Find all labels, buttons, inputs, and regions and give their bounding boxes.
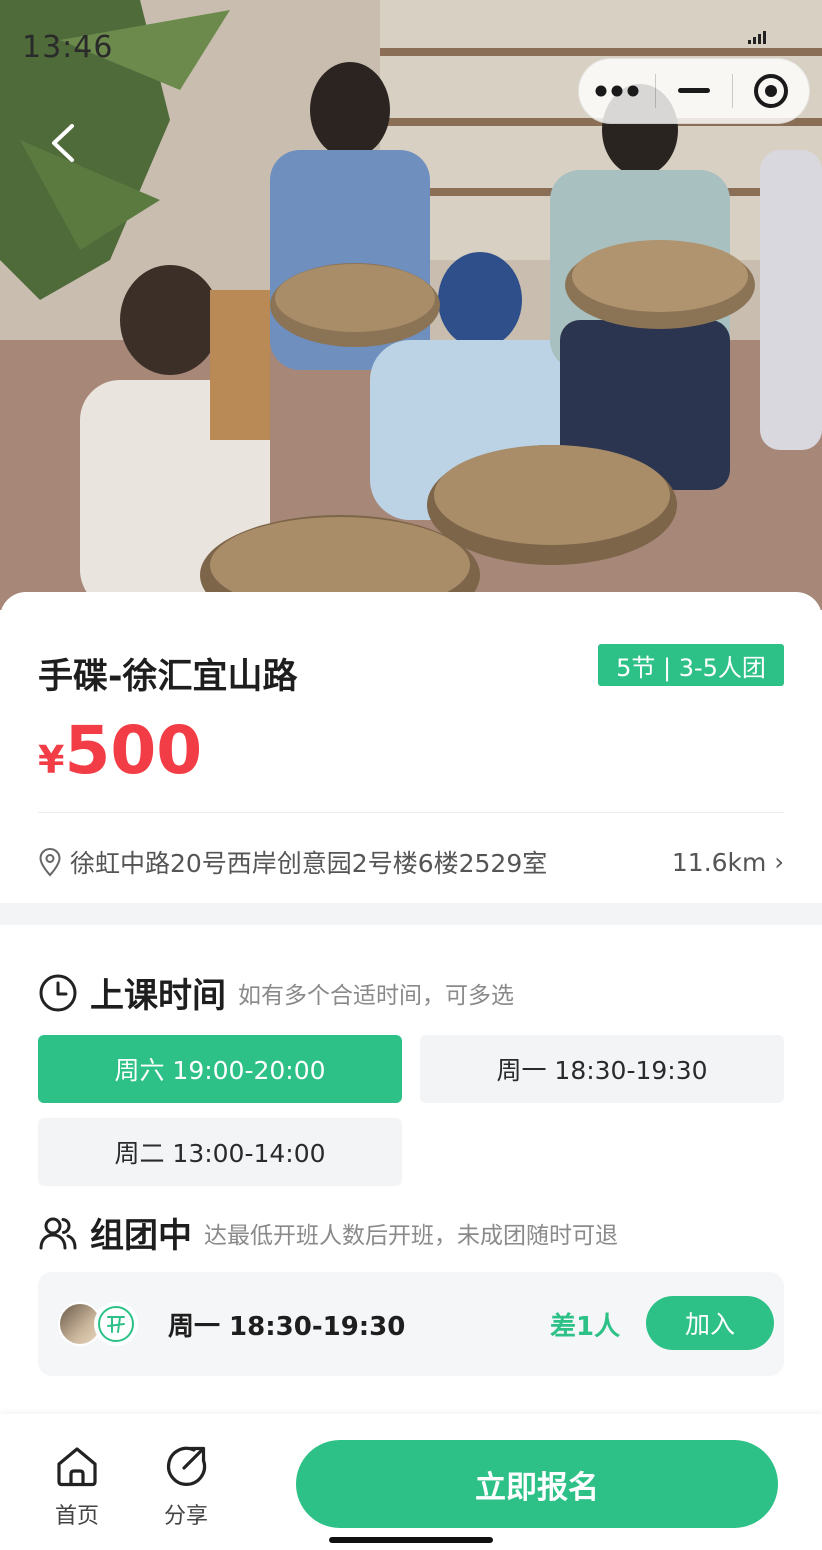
home-label: 首页 (54, 1504, 99, 1529)
share-tab[interactable]: 分享 (146, 1444, 226, 1530)
time-slot-option[interactable]: 周六 19:00-20:00 (38, 1035, 402, 1103)
address-row[interactable]: 徐虹中路20号西岸创意园2号楼6楼2529室 11.6km › (38, 840, 784, 884)
group-header: 组团中 达最低开班人数后开班，未成团随时可退 (38, 1208, 618, 1257)
signup-button[interactable]: 立即报名 (296, 1440, 778, 1528)
home-icon (57, 1447, 97, 1487)
status-time: 13:46 (22, 30, 114, 65)
price-value: 500 (64, 712, 203, 789)
time-slot-option[interactable]: 周一 18:30-19:30 (420, 1035, 784, 1103)
group-row: 周一 18:30-19:30 差1人 加入 (38, 1272, 784, 1376)
more-dots-icon (595, 85, 639, 97)
logo-avatar-icon (98, 1306, 134, 1342)
back-icon[interactable] (40, 118, 90, 168)
schedule-subheading: 如有多个合适时间，可多选 (238, 982, 514, 1009)
home-indicator (329, 1537, 493, 1543)
course-price: ¥500 (38, 712, 202, 789)
clock-icon (39, 974, 77, 1011)
share-label: 分享 (163, 1504, 208, 1529)
course-title: 手碟-徐汇宜山路 (38, 657, 298, 697)
share-icon (166, 1446, 207, 1486)
schedule-header: 上课时间 如有多个合适时间，可多选 (38, 968, 514, 1017)
hero-image: 13:46 (0, 0, 822, 610)
time-slot-option[interactable]: 周二 13:00-14:00 (38, 1118, 402, 1186)
distance-text: 11.6km (671, 847, 767, 877)
join-button[interactable]: 加入 (646, 1296, 774, 1350)
chevron-right-icon: › (774, 848, 784, 876)
home-tab[interactable]: 首页 (37, 1444, 117, 1530)
signal-icon (748, 31, 766, 44)
address-text: 徐虹中路20号西岸创意园2号楼6楼2529室 (70, 849, 548, 878)
more-button[interactable] (579, 59, 655, 123)
close-button[interactable] (733, 59, 809, 123)
course-tag: 5节 | 3-5人团 (598, 644, 784, 686)
users-icon (39, 1217, 77, 1249)
mini-program-capsule (578, 58, 810, 124)
group-heading: 组团中 (90, 1216, 192, 1256)
location-pin-icon (39, 847, 61, 877)
minimize-button[interactable] (656, 59, 732, 123)
group-need-count: 差1人 (550, 1312, 621, 1342)
schedule-heading: 上课时间 (90, 976, 226, 1016)
avatar (94, 1302, 138, 1346)
minus-icon (678, 88, 710, 93)
group-subheading: 达最低开班人数后开班，未成团随时可退 (204, 1222, 618, 1249)
target-circle-icon (754, 74, 788, 108)
group-time: 周一 18:30-19:30 (168, 1312, 406, 1342)
price-currency: ¥ (38, 738, 65, 782)
divider (38, 812, 784, 813)
section-separator (0, 903, 822, 925)
